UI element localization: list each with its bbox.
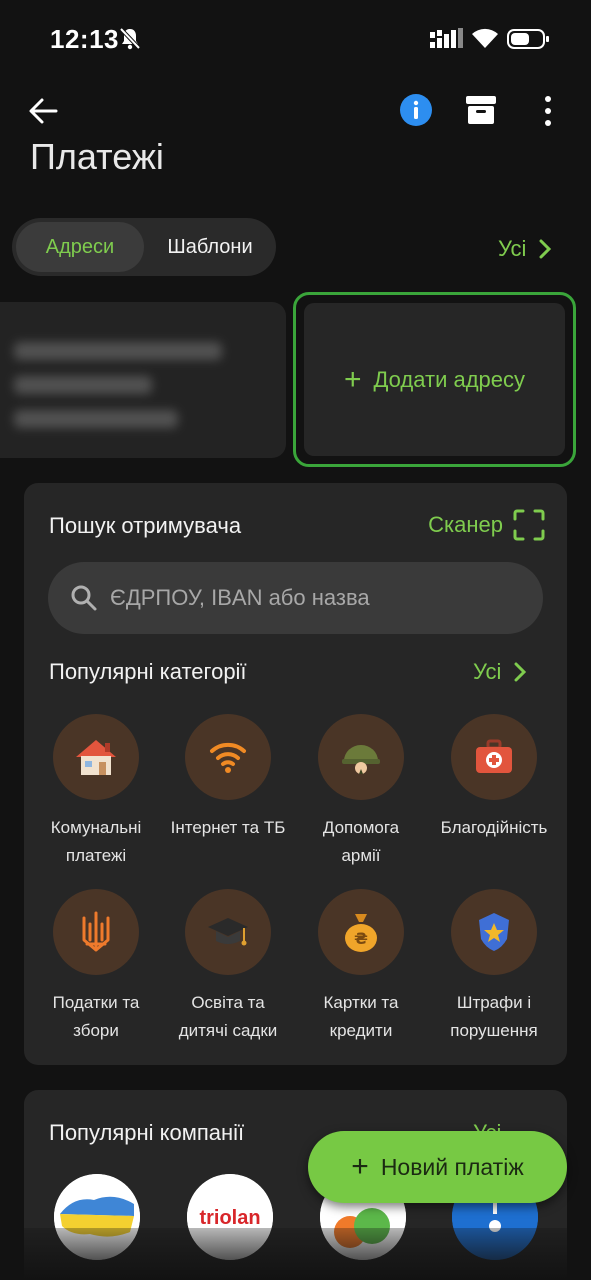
bottom-nav-fade	[0, 1228, 591, 1280]
popular-companies-title: Популярні компанії	[49, 1120, 245, 1145]
back-arrow-icon[interactable]	[26, 94, 60, 128]
category-taxes[interactable]: Податки та збори	[31, 889, 161, 1045]
blurred-address-line	[14, 410, 178, 428]
category-utilities[interactable]: Комунальні платежі	[31, 714, 161, 870]
category-label: кредити	[329, 1021, 393, 1040]
category-army-help[interactable]: Допомога армії	[296, 714, 426, 870]
police-badge-icon	[479, 913, 509, 951]
category-fines[interactable]: Штрафи і порушення	[429, 889, 559, 1045]
category-label: Штрафи і	[456, 993, 532, 1012]
archive-icon[interactable]	[464, 94, 498, 126]
scanner-label: Сканер	[428, 512, 503, 537]
blurred-address-line	[14, 376, 152, 394]
triolan-logo-text: triolan	[199, 1207, 260, 1229]
chevron-right-icon	[539, 239, 552, 259]
blurred-address-line	[14, 342, 222, 360]
category-label: збори	[73, 1021, 119, 1040]
address-card-blurred[interactable]	[0, 302, 286, 458]
category-label: Освіта та	[191, 993, 265, 1012]
search-icon	[71, 585, 97, 611]
recipient-search-panel: Пошук отримувача Сканер Популярні катего…	[24, 483, 567, 1065]
graduation-cap-icon	[208, 918, 248, 946]
cellular-signal-icon	[430, 28, 463, 48]
category-label: Допомога	[322, 818, 400, 837]
search-field[interactable]	[48, 562, 543, 634]
first-aid-kit-icon	[476, 739, 512, 773]
status-time: 12:13	[50, 24, 119, 54]
tab-templates[interactable]: Шаблони	[148, 222, 272, 272]
svg-text:₴: ₴	[354, 929, 368, 948]
battery-icon	[507, 29, 549, 49]
wifi-status-icon	[472, 28, 498, 48]
house-icon	[76, 740, 116, 775]
addresses-all-link[interactable]: Усі	[498, 236, 552, 262]
info-icon[interactable]	[399, 93, 433, 127]
category-label: Податки та	[52, 993, 140, 1012]
tabs-segmented-control: Адреси Шаблони	[12, 218, 276, 276]
wifi-icon	[210, 742, 246, 773]
more-vert-icon[interactable]	[534, 94, 562, 128]
trident-icon	[82, 911, 110, 952]
category-cards-credits[interactable]: ₴ Картки та кредити	[296, 889, 426, 1045]
plus-icon: +	[343, 362, 362, 396]
category-label: Інтернет та ТБ	[170, 818, 286, 837]
money-bag-icon: ₴	[345, 914, 377, 952]
category-education[interactable]: Освіта та дитячі садки	[163, 889, 293, 1045]
category-label: порушення	[450, 1021, 538, 1040]
categories-all-label: Усі	[473, 659, 502, 684]
scan-frame-icon	[513, 509, 545, 541]
add-address-button[interactable]: + Додати адресу	[293, 292, 576, 467]
categories-all-link[interactable]: Усі	[473, 659, 527, 685]
status-bar: 12:13	[0, 0, 591, 80]
plus-icon: +	[351, 1150, 369, 1183]
search-input[interactable]	[110, 585, 510, 611]
addresses-all-label: Усі	[498, 236, 527, 261]
category-label: Благодійність	[440, 818, 548, 837]
category-label: армії	[341, 846, 381, 865]
new-payment-label: Новий платіж	[380, 1153, 524, 1180]
add-address-label: Додати адресу	[373, 366, 526, 392]
popular-categories-title: Популярні категорії	[49, 659, 247, 684]
category-charity[interactable]: Благодійність	[429, 714, 559, 842]
chevron-right-icon	[514, 662, 527, 682]
category-label: Комунальні	[50, 818, 142, 837]
tab-addresses[interactable]: Адреси	[16, 222, 144, 272]
helmet-icon	[342, 745, 380, 774]
category-label: платежі	[65, 846, 127, 865]
bell-muted-icon	[119, 27, 141, 50]
page-title: Платежі	[30, 136, 164, 177]
scanner-button[interactable]: Сканер	[428, 509, 545, 541]
category-label: дитячі садки	[178, 1021, 278, 1040]
category-internet-tv[interactable]: Інтернет та ТБ	[163, 714, 293, 842]
new-payment-button[interactable]: + Новий платіж	[308, 1131, 567, 1203]
recipient-search-title: Пошук отримувача	[49, 513, 242, 538]
category-label: Картки та	[323, 993, 399, 1012]
